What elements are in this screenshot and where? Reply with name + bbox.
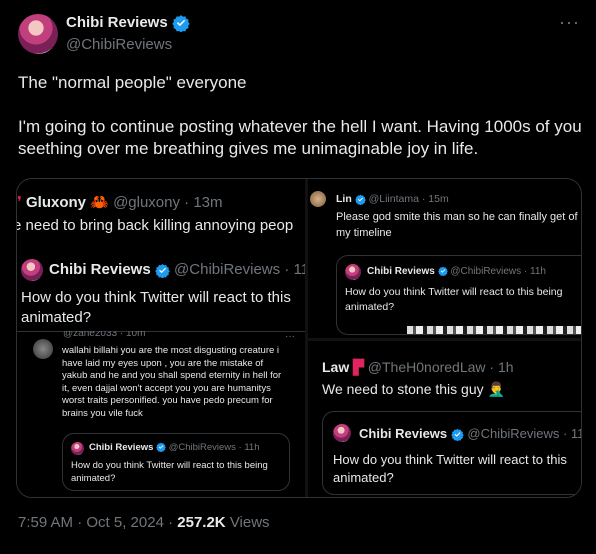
- screenshot-avatar: [21, 259, 43, 281]
- flag-icon: ▛: [353, 359, 364, 375]
- quote-name: Chibi Reviews: [89, 442, 154, 453]
- reply-quote-card: Chibi Reviews @ChibiReviews · 11h How do…: [62, 433, 290, 491]
- screenshot-main-name: Chibi Reviews: [49, 261, 151, 278]
- verified-badge-icon: [354, 194, 366, 205]
- quote-header: Chibi Reviews @ChibiReviews · 11h: [367, 266, 546, 277]
- screenshot-author-handle: @gluxony: [113, 194, 180, 211]
- screenshot-time: · 1h: [489, 359, 514, 375]
- author-avatar[interactable]: [18, 14, 58, 54]
- screenshot-main-text-2: animated?: [21, 309, 92, 326]
- screenshot-main-text-1: How do you think Twitter will react to t…: [21, 289, 291, 306]
- verified-badge-icon: [450, 428, 464, 442]
- flag-icon: ❜: [17, 194, 22, 211]
- divider: [17, 331, 305, 332]
- quote-text-1: How do you think Twitter will react to t…: [71, 460, 268, 471]
- quote-name: Chibi Reviews: [359, 426, 448, 441]
- reply-line: worst traits personified. you have pedo …: [62, 395, 273, 406]
- quote-name: Chibi Reviews: [367, 266, 435, 277]
- screenshot-text-2: my timeline: [336, 227, 392, 239]
- screenshot-text-content: We need to stone this guy: [322, 381, 484, 397]
- media-image-bottom-right[interactable]: Law ▛ @TheH0noredLaw · 1h We need to sto…: [308, 341, 581, 497]
- quote-time: · 11h: [238, 442, 260, 453]
- quote-handle: @ChibiReviews: [467, 426, 560, 441]
- author-name[interactable]: Chibi Reviews: [66, 14, 190, 33]
- media-image-left[interactable]: ❜ Gluxony 🦀 @gluxony · 13m e need to bri…: [17, 179, 305, 497]
- verified-badge-icon: [437, 266, 448, 277]
- screenshot-author-name: Law: [322, 359, 350, 375]
- screenshot-header: Lin @Liintama · 15m: [336, 193, 449, 205]
- verified-badge-icon: [156, 443, 166, 453]
- screenshot-top-text: e need to bring back killing annoying pe…: [17, 217, 294, 234]
- reply-line: wallahi billahi you are the most disgust…: [62, 345, 280, 356]
- reply-header: @zane2033 · 10m: [63, 331, 146, 339]
- reply-text: wallahi billahi you are the most disgust…: [62, 345, 302, 420]
- quote-handle: @ChibiReviews: [168, 442, 236, 453]
- screenshot-author-name: Lin: [336, 193, 352, 205]
- screenshot-author-name: Gluxony: [26, 194, 87, 211]
- screenshot-author-handle: @TheH0noredLaw: [367, 359, 486, 375]
- more-options-icon[interactable]: ···: [559, 12, 580, 33]
- views-count: 257.2K: [177, 514, 226, 531]
- quote-time: · 11: [562, 426, 581, 441]
- quote-text-2: animated?: [345, 301, 395, 313]
- screenshot-main-handle: @ChibiReviews: [174, 261, 281, 278]
- screenshot-avatar: [310, 191, 326, 207]
- author-name-text[interactable]: Chibi Reviews: [66, 14, 168, 31]
- author-handle[interactable]: @ChibiReviews: [66, 36, 172, 53]
- screenshot-time: · 15m: [421, 193, 449, 205]
- quote-avatar: [345, 264, 361, 280]
- verified-badge-icon: [155, 263, 170, 278]
- facepalm-emoji-icon: 🤦‍♂️: [487, 381, 505, 397]
- quote-header: Chibi Reviews @ChibiReviews · 11: [359, 426, 581, 442]
- screenshot-main-header: Chibi Reviews @ChibiReviews · 11: [49, 261, 305, 278]
- quote-text-2: animated?: [71, 473, 116, 484]
- quote-text-1: How do you think Twitter will react to t…: [345, 286, 563, 298]
- footer-separator: ·: [168, 514, 174, 531]
- screenshot-text: We need to stone this guy 🤦‍♂️: [322, 381, 505, 398]
- quote-text-2: animated?: [333, 470, 394, 485]
- screenshot-author-handle: @Liintama: [368, 193, 419, 205]
- quote-avatar: [333, 424, 351, 442]
- reply-line: brains you vile fuck: [62, 407, 143, 419]
- quote-handle: @ChibiReviews: [450, 266, 522, 277]
- quote-image-preview: [407, 326, 581, 334]
- verified-badge-icon: [172, 15, 190, 33]
- quote-header: Chibi Reviews @ChibiReviews · 11h: [89, 442, 260, 453]
- reply-avatar: [33, 339, 53, 359]
- reply-line: it, even dajjal won't accept you you are…: [62, 382, 271, 394]
- screenshot-time: · 13m: [184, 194, 223, 211]
- screenshot-quote-card: Chibi Reviews @ChibiReviews · 11h How do…: [336, 255, 581, 335]
- screenshot-text-1: Please god smite this man so he can fina…: [336, 211, 578, 223]
- reply-line: have laid my eyes upon , you are the mis…: [62, 357, 264, 369]
- screenshot-quote-card: Chibi Reviews @ChibiReviews · 11 How do …: [322, 411, 581, 495]
- tweet-media-grid[interactable]: ❜ Gluxony 🦀 @gluxony · 13m e need to bri…: [16, 178, 582, 498]
- quote-avatar: [71, 442, 84, 455]
- views-label: Views: [229, 514, 270, 531]
- quote-text-1: How do you think Twitter will react to t…: [333, 452, 567, 467]
- tweet-timestamp[interactable]: 7:59 AM · Oct 5, 2024: [18, 514, 164, 531]
- screenshot-top-tweet: ❜ Gluxony 🦀 @gluxony · 13m: [17, 193, 223, 211]
- crab-emoji-icon: 🦀: [90, 194, 109, 211]
- reply-more-icon: ···: [285, 331, 295, 342]
- reply-line: yakub and he and you shall spend eternit…: [62, 370, 282, 381]
- screenshot-main-time: · 11: [284, 261, 305, 278]
- quote-time: · 11h: [523, 266, 546, 277]
- media-image-top-right[interactable]: Lin @Liintama · 15m Please god smite thi…: [308, 179, 581, 338]
- tweet-text: The "normal people" everyone I'm going t…: [18, 73, 582, 158]
- screenshot-header: Law ▛ @TheH0noredLaw · 1h: [322, 359, 514, 376]
- tweet-footer: 7:59 AM · Oct 5, 2024 · 257.2K Views: [18, 514, 270, 531]
